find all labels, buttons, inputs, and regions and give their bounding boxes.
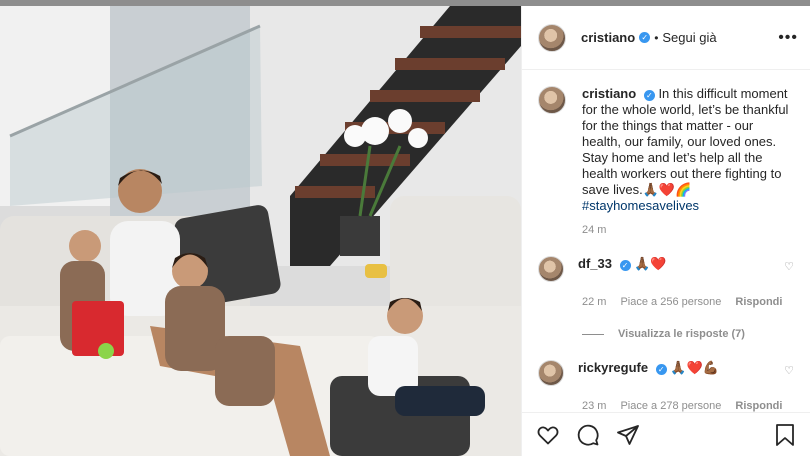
family-photo-illustration bbox=[0, 6, 521, 456]
comment-icon[interactable] bbox=[576, 423, 600, 447]
comment-text: rickyregufe ✓ 🙏🏾❤️💪🏾 bbox=[578, 360, 784, 376]
commenter-avatar[interactable] bbox=[538, 256, 564, 282]
comment-time[interactable]: 22 m bbox=[582, 296, 606, 308]
view-replies-button[interactable]: Visualizza le risposte (7) bbox=[582, 328, 794, 340]
comment-item: df_33 ✓ 🙏🏾❤️ ♡ 22 m Piace a 256 persone … bbox=[538, 256, 794, 340]
follow-status-button[interactable]: Segui già bbox=[662, 30, 716, 45]
caption-time[interactable]: 24 m bbox=[582, 224, 794, 236]
comment-reply-button[interactable]: Rispondi bbox=[735, 296, 782, 308]
caption-row: cristiano ✓ In this difficult moment for… bbox=[538, 86, 794, 214]
comment-meta: 22 m Piace a 256 persone Rispondi bbox=[582, 296, 794, 308]
comment-username[interactable]: df_33 bbox=[578, 256, 612, 271]
comment-body: 🙏🏾❤️💪🏾 bbox=[670, 360, 719, 375]
share-icon[interactable] bbox=[616, 423, 640, 447]
caption-hashtag-link[interactable]: #stayhomesavelives bbox=[582, 198, 699, 213]
post-header: cristiano ✓ • Segui già ••• bbox=[522, 6, 810, 70]
bookmark-icon[interactable] bbox=[774, 423, 796, 447]
more-options-icon[interactable]: ••• bbox=[778, 29, 798, 47]
commenter-avatar[interactable] bbox=[538, 360, 564, 386]
post-photo[interactable] bbox=[0, 6, 521, 456]
caption-body: In this difficult moment for the whole w… bbox=[582, 86, 789, 197]
caption-avatar[interactable] bbox=[538, 86, 566, 114]
heart-icon[interactable] bbox=[536, 423, 560, 447]
post-actions-bar bbox=[522, 412, 810, 456]
comment-body: 🙏🏾❤️ bbox=[634, 256, 667, 271]
comment-reply-button[interactable]: Rispondi bbox=[735, 400, 782, 412]
comment-meta: 23 m Piace a 278 persone Rispondi bbox=[582, 400, 794, 412]
comment-item: rickyregufe ✓ 🙏🏾❤️💪🏾 ♡ 23 m Piace a 278 … bbox=[538, 360, 794, 412]
view-replies-label: Visualizza le risposte (7) bbox=[618, 328, 745, 340]
verified-badge-icon: ✓ bbox=[619, 260, 631, 271]
verified-badge-icon: ✓ bbox=[655, 364, 667, 375]
separator-dot: • bbox=[654, 30, 659, 45]
caption-username[interactable]: cristiano bbox=[582, 86, 636, 101]
verified-badge-icon: ✓ bbox=[639, 32, 651, 43]
comment-likes[interactable]: Piace a 278 persone bbox=[620, 400, 721, 412]
post-side-panel: cristiano ✓ • Segui già ••• cristiano ✓ … bbox=[521, 6, 810, 456]
comment-text: df_33 ✓ 🙏🏾❤️ bbox=[578, 256, 784, 272]
author-username[interactable]: cristiano bbox=[581, 30, 635, 45]
comment-time[interactable]: 23 m bbox=[582, 400, 606, 412]
replies-divider bbox=[582, 333, 604, 335]
comment-like-heart-icon[interactable]: ♡ bbox=[784, 364, 794, 377]
comment-likes[interactable]: Piace a 256 persone bbox=[620, 296, 721, 308]
post-modal: cristiano ✓ • Segui già ••• cristiano ✓ … bbox=[0, 6, 810, 456]
caption-text: cristiano ✓ In this difficult moment for… bbox=[582, 86, 794, 214]
verified-badge-icon: ✓ bbox=[643, 90, 655, 101]
comment-username[interactable]: rickyregufe bbox=[578, 360, 648, 375]
author-avatar[interactable] bbox=[538, 23, 566, 52]
comments-area[interactable]: cristiano ✓ In this difficult moment for… bbox=[522, 70, 810, 412]
comment-like-heart-icon[interactable]: ♡ bbox=[784, 260, 794, 273]
